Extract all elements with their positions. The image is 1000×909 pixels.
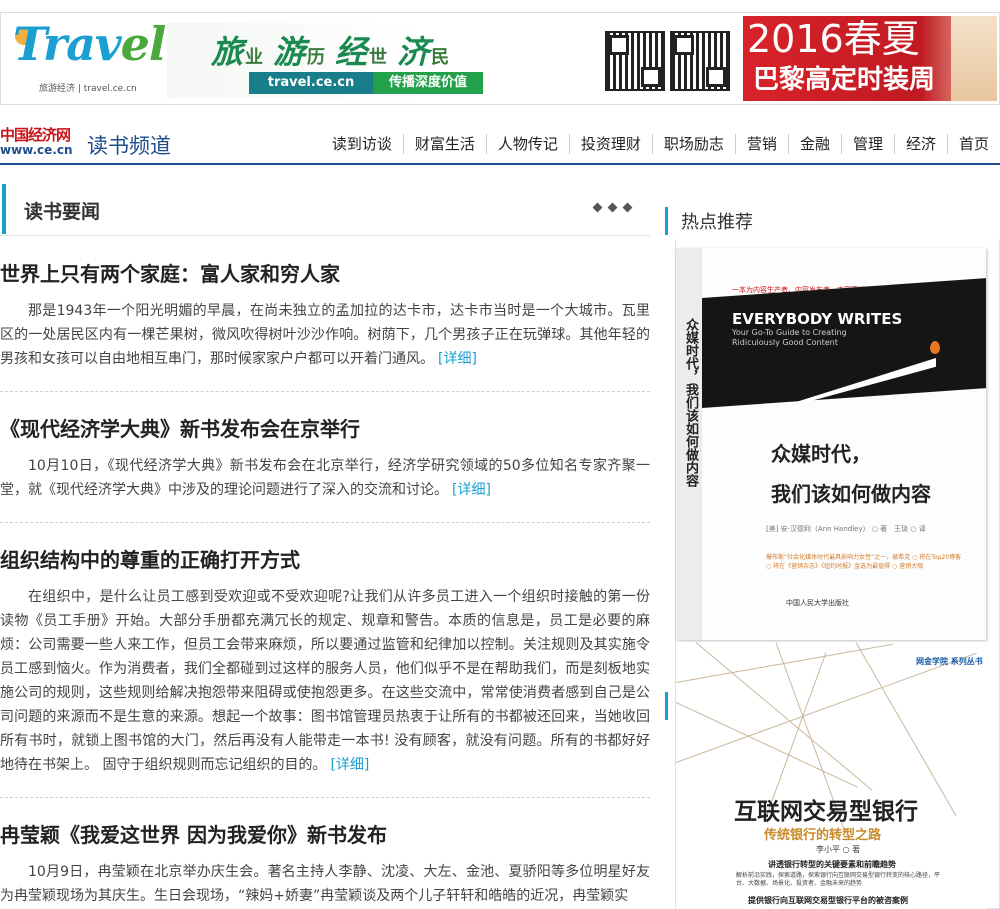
read-more-link[interactable]: [详细] bbox=[330, 757, 369, 773]
news-column: 读书要闻 世界上只有两个家庭：富人家和穷人家 那是1943年一个阳光明媚的早晨，… bbox=[0, 184, 650, 908]
ce-logo-cn: 中国经济网 bbox=[0, 126, 71, 144]
channel-title: 读书频道 bbox=[87, 134, 171, 158]
sidebar-accent-bar bbox=[665, 207, 668, 235]
more-icon[interactable] bbox=[592, 202, 633, 213]
article-summary: 10月10日，《现代经济学大典》新书发布会在北京举行，经济学研究领域的50多位知… bbox=[0, 458, 650, 498]
top-banner: Travel 旅游经济 | travel.ce.cn 旅业游历经世济民 trav… bbox=[0, 12, 1000, 105]
article-title[interactable]: 冉莹颖《我爱这世界 因为我爱你》新书发布 bbox=[0, 821, 650, 849]
article-item: 冉莹颖《我爱这世界 因为我爱你》新书发布 10月9日，冉莹颖在北京举办庆生会。著… bbox=[0, 821, 650, 908]
qr-code-icon bbox=[670, 31, 730, 91]
article-summary: 在组织中，是什么让员工感到受欢迎或不受欢迎呢?让我们从许多员工进入一个组织时接触… bbox=[0, 589, 650, 773]
nav-item-biography[interactable]: 人物传记 bbox=[485, 134, 569, 154]
nav-item-career[interactable]: 职场励志 bbox=[651, 134, 735, 154]
channel-header: 中国经济网 www.ce.cn 读书频道 读到访谈 财富生活 人物传记 投资理财… bbox=[0, 125, 1000, 165]
article-item: 世界上只有两个家庭：富人家和穷人家 那是1943年一个阳光明媚的早晨，在尚未独立… bbox=[0, 260, 650, 371]
nav-item-investment[interactable]: 投资理财 bbox=[568, 134, 652, 154]
travel-logo[interactable]: Travel 旅游经济 | travel.ce.cn bbox=[13, 17, 166, 99]
article-divider bbox=[0, 522, 650, 523]
book-cover-everybody-writes[interactable]: 众媒时代，我们该如何做内容 一本为内容生产者、内容发布者、内容营销者以及内容创业… bbox=[676, 248, 986, 640]
book-author: [美] 安·汉德利（Ann Handley） ○ 著 王琰 ○ 译 bbox=[766, 525, 926, 533]
fashion-week-ad[interactable]: 2016春夏 巴黎高定时装周 bbox=[743, 16, 997, 101]
book-desc-body: 解析前沿实践，探索道路，探索银行向互联网交易型银行转变的核心路径，平台、大数据、… bbox=[736, 872, 941, 887]
logo-subtitle: 旅游经济 | travel.ce.cn bbox=[39, 84, 137, 94]
book-english-title: EVERYBODY WRITES bbox=[732, 310, 903, 328]
article-item: 组织结构中的尊重的正确打开方式 在组织中，是什么让员工感到受欢迎或不受欢迎呢?让… bbox=[0, 546, 650, 777]
book-cover-internet-bank[interactable]: 网金学院 系列丛书 互联网交易型银行 传统银行的转型之路 李小平 ○ 著 讲透银… bbox=[676, 642, 986, 909]
slogan-url-bar: travel.ce.cn 传播深度价值 bbox=[249, 72, 483, 94]
book-subtitle: 传统银行的转型之路 bbox=[764, 828, 882, 843]
section-accent-bar bbox=[2, 184, 6, 234]
book-title: 互联网交易型银行 bbox=[734, 798, 918, 825]
section-header: 读书要闻 bbox=[0, 184, 650, 236]
section-title: 读书要闻 bbox=[24, 201, 101, 223]
book-author: 李小平 ○ 著 bbox=[816, 845, 861, 854]
book-title-line1: 众媒时代， bbox=[771, 442, 871, 466]
read-more-link[interactable]: [详细] bbox=[438, 351, 477, 367]
nav-item-home[interactable]: 首页 bbox=[946, 134, 1000, 154]
book-desc-head: 讲透银行转型的关键要素和前瞻趋势 bbox=[768, 860, 896, 869]
article-title[interactable]: 《现代经济学大典》新书发布会在京举行 bbox=[0, 415, 650, 443]
ad-model-image bbox=[951, 16, 997, 101]
ad-headline: 2016春夏 bbox=[747, 17, 920, 61]
nav-item-interviews[interactable]: 读到访谈 bbox=[321, 134, 403, 154]
nav-item-management[interactable]: 管理 bbox=[840, 134, 894, 154]
channel-nav: 读到访谈 财富生活 人物传记 投资理财 职场励志 营销 金融 管理 经济 首页 bbox=[321, 134, 1000, 154]
nav-item-finance[interactable]: 金融 bbox=[787, 134, 841, 154]
article-title[interactable]: 世界上只有两个家庭：富人家和穷人家 bbox=[0, 260, 650, 288]
book-title-line2: 我们该如何做内容 bbox=[771, 482, 931, 506]
sidebar-accent-bar bbox=[665, 692, 668, 720]
article-summary: 那是1943年一个阳光明媚的早晨，在尚未独立的孟加拉的达卡市，达卡市当时是一个大… bbox=[0, 303, 650, 367]
tagline: 传播深度价值 bbox=[373, 72, 483, 94]
read-more-link[interactable]: [详细] bbox=[452, 482, 491, 498]
ink-drop-icon bbox=[930, 341, 940, 354]
book-series-label: 网金学院 系列丛书 bbox=[916, 657, 983, 666]
book-desc-tail: 提供银行向互联网交易型银行平台的被咨案例 bbox=[748, 896, 908, 905]
ce-logo-domain: www.ce.cn bbox=[0, 143, 73, 157]
book-spine-title: 众媒时代，我们该如何做内容 bbox=[683, 318, 698, 487]
slogan-banner: 旅业游历经世济民 travel.ce.cn 传播深度价值 bbox=[167, 23, 601, 98]
book-english-subtitle: Your Go-To Guide to Creating Ridiculousl… bbox=[732, 328, 847, 347]
logo-wordmark: Travel bbox=[13, 17, 166, 71]
article-summary: 10月9日，冉莹颖在北京举办庆生会。著名主持人李静、沈凌、大左、金池、夏骄阳等多… bbox=[0, 864, 650, 904]
ad-subheadline: 巴黎高定时装周 bbox=[753, 65, 936, 95]
article-divider bbox=[0, 391, 650, 392]
slogan-text: 旅业游历经世济民 bbox=[211, 33, 450, 71]
book-description: 爆布斯“社会化媒体时代最具影响力女性”之一，被希克 ○ 将在Top20博客 ○ … bbox=[766, 554, 962, 570]
nav-item-marketing[interactable]: 营销 bbox=[734, 134, 788, 154]
nav-item-wealth-life[interactable]: 财富生活 bbox=[402, 134, 486, 154]
book-publisher: 中国人民大学出版社 bbox=[786, 599, 849, 607]
article-item: 《现代经济学大典》新书发布会在京举行 10月10日，《现代经济学大典》新书发布会… bbox=[0, 415, 650, 502]
ce-logo[interactable]: 中国经济网 www.ce.cn bbox=[0, 127, 73, 157]
article-title[interactable]: 组织结构中的尊重的正确打开方式 bbox=[0, 546, 650, 574]
site-url[interactable]: travel.ce.cn bbox=[249, 72, 373, 94]
nav-item-economy[interactable]: 经济 bbox=[893, 134, 947, 154]
qr-code-icon bbox=[605, 31, 665, 91]
article-divider bbox=[0, 797, 650, 798]
sidebar-title: 热点推荐 bbox=[681, 212, 753, 233]
